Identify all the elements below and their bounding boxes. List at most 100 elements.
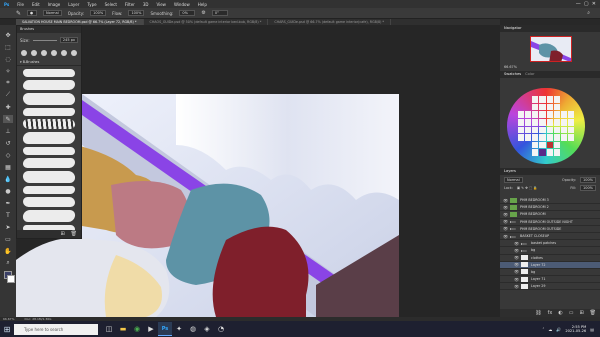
brush-stroke-preview[interactable]	[22, 80, 76, 90]
color-swatch[interactable]	[532, 118, 539, 126]
brush-folder[interactable]: ▾ B-Brushes	[17, 59, 81, 66]
color-swatch[interactable]	[525, 118, 532, 126]
color-swatch[interactable]	[546, 96, 553, 103]
brush-stroke-preview[interactable]	[22, 197, 76, 207]
brush-stroke-preview[interactable]	[22, 158, 76, 168]
color-swatch[interactable]	[553, 103, 560, 111]
link-layers-icon[interactable]: ⛓	[535, 310, 541, 316]
eyedropper-tool-icon[interactable]: ⟋	[3, 91, 13, 99]
app-icon-2[interactable]: ◈	[200, 322, 214, 336]
brush-stroke-preview[interactable]	[22, 171, 76, 183]
artwork-canvas[interactable]	[16, 25, 500, 317]
preset-brush-4[interactable]	[51, 50, 57, 56]
color-swatch[interactable]	[532, 96, 539, 103]
brush-stroke-preview[interactable]	[22, 147, 76, 155]
new-brush-icon[interactable]: ⊞	[60, 231, 64, 237]
layers-title[interactable]: Layers	[504, 168, 516, 175]
menu-select[interactable]: Select	[101, 2, 121, 7]
color-swatch[interactable]	[539, 141, 546, 149]
layer-row[interactable]: 👁 PHM BEDROOM	[500, 211, 600, 219]
color-swatch[interactable]	[553, 96, 560, 103]
color-swatch[interactable]	[560, 118, 567, 126]
color-swatch[interactable]	[561, 149, 567, 156]
brush-stroke-preview[interactable]	[22, 93, 76, 105]
app-icon[interactable]: ✦	[172, 322, 186, 336]
color-swatch[interactable]	[518, 104, 524, 111]
visibility-eye-icon[interactable]: 👁	[503, 234, 508, 239]
brush-size-field[interactable]: 245 px	[59, 37, 78, 43]
color-swatch[interactable]	[539, 103, 546, 111]
visibility-eye-icon[interactable]: 👁	[514, 248, 519, 253]
layer-row[interactable]: 👁 ▸▭ PHM BEDROOM OUTSIDE	[500, 226, 600, 233]
type-tool-icon[interactable]: T	[3, 211, 13, 219]
gear-icon[interactable]: ⚙	[201, 10, 205, 16]
search-icon[interactable]: ⌕	[587, 10, 600, 16]
navigator-zoom[interactable]: 66.67%	[500, 63, 600, 71]
gradient-tool-icon[interactable]: ▦	[3, 163, 13, 171]
file-explorer-icon[interactable]: ▬	[116, 322, 130, 336]
color-swatch[interactable]	[518, 126, 525, 134]
layer-opacity-field[interactable]: 100%	[579, 177, 596, 183]
stamp-tool-icon[interactable]: ⊥	[3, 127, 13, 135]
color-swatch[interactable]	[525, 126, 532, 134]
color-swatch[interactable]	[567, 126, 574, 134]
steam-icon[interactable]: ◍	[186, 322, 200, 336]
visibility-eye-icon[interactable]: 👁	[503, 219, 508, 224]
menu-help[interactable]: Help	[194, 2, 211, 7]
crop-tool-icon[interactable]: ⌗	[3, 79, 13, 87]
marquee-tool-icon[interactable]: ⬚	[3, 43, 13, 51]
tab-swatches[interactable]: Swatches	[504, 71, 521, 78]
layer-row[interactable]: 👁 PHM BEDROOM 3	[500, 197, 600, 205]
color-swatch[interactable]	[546, 111, 553, 118]
color-swatch[interactable]	[568, 104, 574, 111]
color-swatch[interactable]	[553, 141, 560, 149]
color-swatch[interactable]	[525, 111, 532, 118]
browser-icon[interactable]: ◉	[130, 322, 144, 336]
color-swatch[interactable]	[546, 126, 553, 134]
color-swatch[interactable]	[546, 141, 553, 149]
new-layer-icon[interactable]: ⊞	[579, 310, 583, 316]
color-swatch[interactable]	[532, 134, 539, 141]
brush-stroke-preview[interactable]	[22, 186, 76, 194]
color-swatch[interactable]	[539, 126, 546, 134]
color-swatch[interactable]	[560, 111, 567, 118]
layer-row[interactable]: 👁 clothes	[500, 255, 600, 262]
photoshop-taskbar-icon[interactable]: Ps	[158, 322, 172, 336]
menu-filter[interactable]: Filter	[121, 2, 139, 7]
color-swatch[interactable]	[553, 149, 560, 156]
layer-row[interactable]: 👁 bg	[500, 269, 600, 277]
blur-tool-icon[interactable]: 💧	[3, 175, 13, 183]
brush-stroke-preview[interactable]	[22, 119, 76, 129]
color-swatch[interactable]	[539, 149, 546, 156]
menu-window[interactable]: Window	[170, 2, 194, 7]
volume-icon[interactable]: 🔊	[556, 327, 561, 332]
menu-image[interactable]: Image	[44, 2, 65, 7]
magic-wand-tool-icon[interactable]: ✧	[3, 67, 13, 75]
color-swatch[interactable]	[561, 104, 567, 111]
windows-start-icon[interactable]: ⊞	[0, 321, 14, 337]
color-swatch[interactable]	[546, 118, 553, 126]
network-icon[interactable]: ☁	[548, 327, 552, 332]
lock-icons[interactable]: ▣ ✎ ✥ ⬚ 🔒	[517, 186, 538, 190]
media-icon[interactable]: ▶	[144, 322, 158, 336]
color-swatch[interactable]	[539, 134, 546, 141]
brush-tool-icon[interactable]: ✎	[16, 10, 21, 17]
layer-row[interactable]: 👁 PHM BEDROOM 2	[500, 204, 600, 212]
layer-row[interactable]: 👁 ▸▭ bg	[500, 247, 600, 255]
color-swatch[interactable]	[532, 149, 539, 156]
layer-row[interactable]: 👁 ▸▭ PHM BEDROOM OUTSIDE NIGHT	[500, 219, 600, 226]
color-swatch[interactable]	[539, 111, 546, 118]
color-swatch[interactable]	[568, 149, 574, 156]
color-swatch[interactable]	[567, 118, 574, 126]
zoom-tool-icon[interactable]: ⌕	[3, 259, 13, 267]
mask-icon[interactable]: ◐	[558, 310, 562, 316]
menu-layer[interactable]: Layer	[64, 2, 83, 7]
notification-icon[interactable]: ▤	[590, 327, 594, 332]
delete-layer-icon[interactable]: 🗑	[590, 310, 596, 316]
preset-brush-2[interactable]	[31, 50, 37, 56]
fill-field[interactable]: 100%	[579, 185, 596, 191]
color-swatch[interactable]	[532, 111, 539, 118]
color-swatch[interactable]	[560, 134, 567, 141]
clock[interactable]: 2:55 PM 2021-05-26	[565, 325, 586, 334]
visibility-eye-icon[interactable]: 👁	[514, 255, 519, 260]
